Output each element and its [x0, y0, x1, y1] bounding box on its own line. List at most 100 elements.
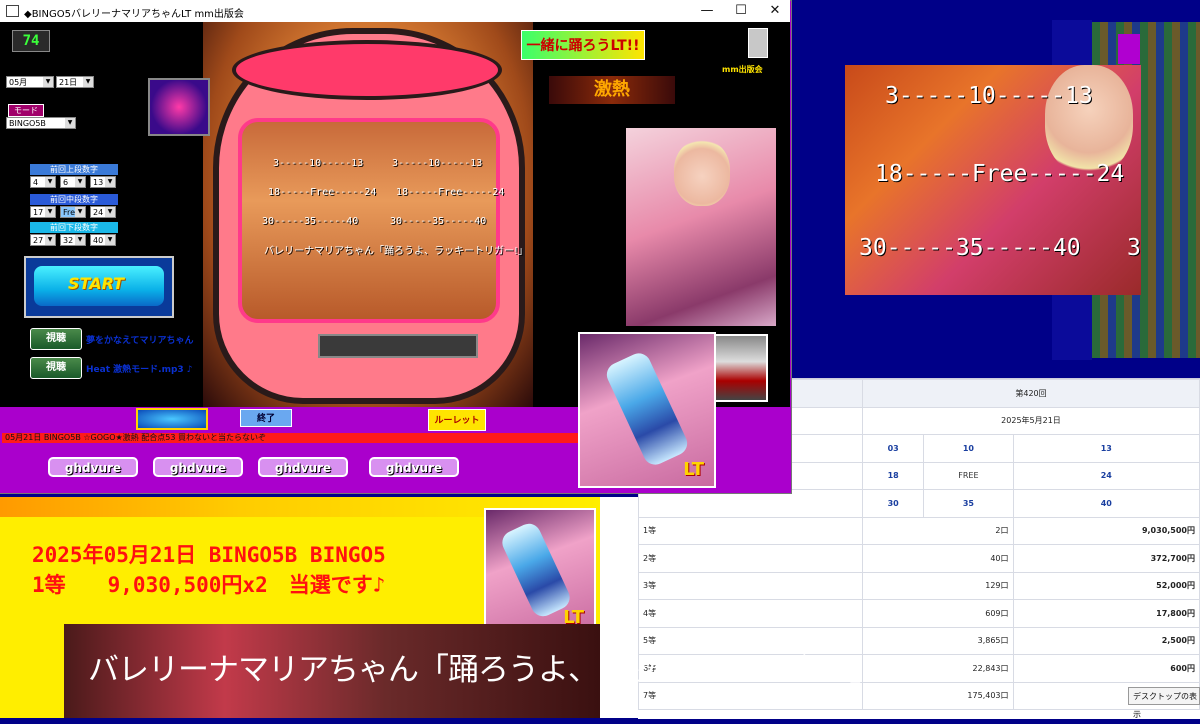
machine-message: バレリーナマリアちゃん「踊ろうよ、ラッキートリガー!」 — [264, 246, 529, 257]
prize-count: 609口 — [862, 599, 1014, 628]
prev-mid-label: 前回中段数字 — [30, 194, 118, 205]
number-cell: 10 — [923, 434, 1014, 463]
crystal-image — [498, 519, 574, 621]
zoom-row-2: 18-----Free-----24 — [875, 161, 1125, 187]
number-cell: 30 — [861, 489, 925, 518]
prize-count: 3,865口 — [862, 626, 1014, 655]
number-cell: 24 — [1012, 461, 1200, 490]
caption-text: バレリーナマリアちゃん「踊ろうよ、ラッキートリガー!」 — [88, 652, 880, 688]
prev-top-2[interactable]: 6 — [60, 176, 86, 188]
prev-mid-1[interactable]: 17 — [30, 206, 56, 218]
start-label: START — [68, 274, 125, 293]
prize-count: 40口 — [862, 544, 1014, 573]
zoom-row-1: 3-----10-----13 — [885, 83, 1093, 109]
prize-row: 4等 609口 17,800円 — [638, 599, 1200, 628]
prev-bot-2[interactable]: 32 — [60, 234, 86, 246]
draw-date: 2025年5月21日 — [862, 406, 1200, 435]
minimize-button[interactable]: — — [690, 0, 724, 22]
prize-amount: 17,800円 — [1012, 599, 1200, 628]
machine-row-2-right: 18-----Free-----24 — [396, 187, 505, 198]
prize-rank: 1等 — [638, 516, 863, 545]
prize-rank: 3等 — [638, 571, 863, 600]
prev-top-label: 前回上段数字 — [30, 164, 118, 175]
mode-label: モード — [8, 104, 44, 117]
gap-panel — [600, 497, 638, 718]
zoomed-face-image — [1045, 65, 1133, 175]
prize-amount: 600円 — [1012, 654, 1200, 683]
number-cell: 03 — [861, 434, 925, 463]
start-button[interactable]: START — [24, 256, 174, 318]
view-button-2[interactable]: 視聴 — [30, 357, 82, 379]
ticker-bar: 05月21日 BINGO5B ☆GOGO★激熱 配合点53 買わないと当たらない… — [2, 433, 578, 443]
round-header: 第420回 — [862, 379, 1200, 408]
prize-count: 175,403口 — [862, 681, 1014, 710]
prev-mid-3[interactable]: 24 — [90, 206, 116, 218]
reel-counter: 74 — [12, 30, 50, 52]
view-text-1: 夢をかなえてマリアちゃん — [86, 336, 194, 346]
prize-amount: 372,700円 — [1012, 544, 1200, 573]
maximize-button[interactable]: ☐ — [724, 0, 758, 22]
prize-row: 3等 129口 52,000円 — [638, 571, 1200, 600]
gekinetsu-banner: 激熱 — [549, 76, 675, 104]
day-select[interactable]: 21日 — [56, 76, 94, 88]
close-button[interactable]: ✕ — [758, 0, 792, 22]
ghdvure-button-2[interactable]: ghdvure — [153, 457, 243, 477]
prize-count: 2口 — [862, 516, 1014, 545]
lt-banner: 一緒に踊ろうLT!! — [521, 30, 645, 60]
prize-amount: 9,030,500円 — [1012, 516, 1200, 545]
machine-row-1-left: 3-----10-----13 — [273, 158, 364, 169]
banner-line-2: 1等 9,030,500円x2 当選です♪ — [32, 573, 386, 597]
prize-row: 1等 2口 9,030,500円 — [638, 516, 1200, 545]
end-button[interactable]: 終了 — [240, 409, 292, 427]
show-desktop-tooltip: デスクトップの表示 — [1128, 687, 1200, 719]
prev-bot-1[interactable]: 27 — [30, 234, 56, 246]
lt-crystal-card: LT — [484, 508, 596, 636]
prev-mid-2[interactable]: Free — [60, 206, 86, 218]
crystal-image — [602, 349, 692, 469]
roulette-button[interactable]: ルーレット — [428, 409, 486, 431]
reel-slots — [318, 334, 478, 358]
title-bar[interactable]: ◆BINGO5バレリーナマリアちゃんLT mm出版会 — ☐ ✕ — [0, 0, 790, 22]
idol-photo — [626, 128, 776, 326]
lt-crystal-card-window: LT — [578, 332, 716, 488]
machine-row-3-left: 30-----35-----40 — [262, 216, 359, 227]
prev-bot-3[interactable]: 40 — [90, 234, 116, 246]
prize-rank: 4等 — [638, 599, 863, 628]
frame-eyes-top — [232, 40, 502, 100]
banner-line-1: 2025年05月21日 BINGO5B BINGO5 — [32, 543, 386, 567]
free-cell: FREE — [923, 461, 1014, 490]
prize-count: 129口 — [862, 571, 1014, 600]
zoom-row-3-tail: 3 — [1127, 235, 1141, 261]
mode-select[interactable]: BINGO5B — [6, 117, 76, 129]
machine-row-2-left: 18-----Free-----24 — [268, 187, 377, 198]
prize-amount: 52,000円 — [1012, 571, 1200, 600]
window-title: ◆BINGO5バレリーナマリアちゃんLT mm出版会 — [24, 9, 244, 20]
prev-bot-label: 前回下段数字 — [30, 222, 118, 233]
blue-oval-button[interactable] — [136, 408, 208, 430]
prev-top-1[interactable]: 4 — [30, 176, 56, 188]
prize-amount: 2,500円 — [1012, 626, 1200, 655]
ghdvure-button-1[interactable]: ghdvure — [48, 457, 138, 477]
ghdvure-button-4[interactable]: ghdvure — [369, 457, 459, 477]
number-cell: 13 — [1012, 434, 1200, 463]
view-text-2: Heat 激熱モード.mp3 ♪ — [86, 365, 193, 375]
background-accent-block — [1118, 34, 1140, 64]
view-button-1[interactable]: 視聴 — [30, 328, 82, 350]
portrait-thumbnail-icon — [748, 28, 768, 58]
number-cell: 35 — [923, 489, 1014, 518]
publisher-label: mm出版会 — [722, 65, 763, 74]
month-select[interactable]: 05月 — [6, 76, 54, 88]
pink-emblem-icon — [148, 78, 210, 136]
prize-row: 2等 40口 372,700円 — [638, 544, 1200, 573]
number-cell: 40 — [1012, 489, 1200, 518]
prize-rank: 2等 — [638, 544, 863, 573]
number-cell: 18 — [861, 461, 925, 490]
app-icon — [6, 5, 19, 17]
ghdvure-button-3[interactable]: ghdvure — [258, 457, 348, 477]
caption-image: バレリーナマリアちゃん「踊ろうよ、ラッキートリガー!」 — [64, 624, 880, 718]
machine-row-3-right: 30-----35-----40 — [390, 216, 487, 227]
zoom-row-3: 30-----35-----40 — [859, 235, 1081, 261]
prize-count: 22,843口 — [862, 654, 1014, 683]
prev-top-3[interactable]: 13 — [90, 176, 116, 188]
zoomed-bingo-image: 3-----10-----13 18-----Free-----24 30---… — [845, 65, 1141, 295]
